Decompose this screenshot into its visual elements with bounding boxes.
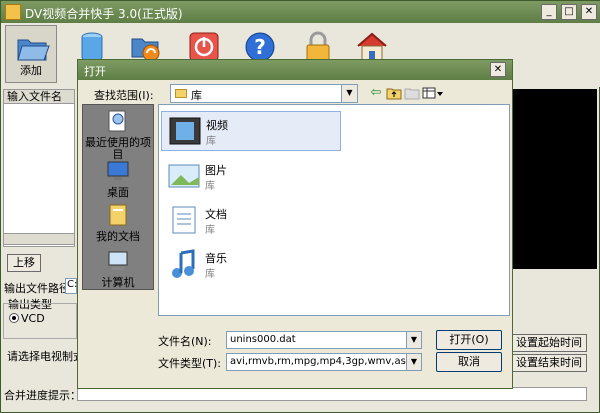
close-button[interactable]: ✕ [581, 4, 597, 20]
vcd-radio[interactable] [9, 313, 19, 323]
set-end-time-button[interactable]: 设置结束时间 [511, 354, 587, 372]
maximize-button[interactable]: □ [561, 4, 577, 20]
open-folder-icon [17, 39, 50, 61]
merge-progress-bar [77, 387, 587, 401]
dialog-title: 打开 [84, 65, 106, 78]
dialog-titlebar: 打开 ✕ [78, 60, 512, 80]
chevron-down-icon[interactable]: ▼ [341, 85, 357, 102]
add-button[interactable]: 添加 [5, 25, 57, 83]
computer-icon [108, 251, 128, 270]
input-file-list[interactable]: 输入文件名 [3, 89, 75, 247]
up-folder-icon[interactable] [386, 85, 402, 101]
place-computer-label: 计算机 [101, 276, 135, 289]
dialog-close-button[interactable]: ✕ [490, 62, 506, 77]
desktop-icon [107, 161, 129, 180]
filetype-dropdown-arrow[interactable]: ▼ [406, 354, 421, 370]
music-library-icon [172, 249, 195, 278]
app-icon [5, 4, 21, 20]
file-item-documents-type: 库 [205, 225, 215, 236]
file-item-videos-type: 库 [206, 136, 216, 147]
file-list-view[interactable]: 视频 库 图片 库 文档 库 音乐 库 [158, 104, 510, 316]
file-item-videos-name: 视频 [206, 119, 228, 132]
open-button[interactable]: 打开(O) [436, 330, 502, 350]
file-item-music[interactable]: 音乐 库 [161, 245, 341, 285]
documents-icon [109, 204, 127, 226]
open-dialog: 打开 ✕ 查找范围(I): 库 ▼ ⇦ 最近使用的项目 桌面 我的文档 计算机 … [77, 59, 513, 389]
back-icon[interactable]: ⇦ [368, 85, 384, 101]
file-item-music-type: 库 [205, 269, 215, 280]
lookin-select[interactable]: 库 ▼ [170, 84, 358, 103]
main-titlebar: DV视频合并快手 3.0(正式版) _ □ ✕ [1, 1, 600, 23]
place-documents-label: 我的文档 [96, 230, 140, 243]
cancel-button[interactable]: 取消 [436, 352, 502, 372]
new-folder-icon[interactable] [404, 85, 420, 101]
progress-label: 合并进度提示： [4, 389, 81, 402]
place-desktop-label: 桌面 [107, 186, 129, 199]
video-library-icon [169, 117, 201, 145]
radio-dot [12, 316, 16, 320]
horizontal-scrollbar[interactable] [3, 233, 75, 245]
filename-dropdown-arrow[interactable]: ▼ [406, 332, 421, 348]
app-title: DV视频合并快手 3.0(正式版) [25, 7, 183, 21]
lookin-label: 查找范围(I): [94, 89, 154, 102]
file-item-documents[interactable]: 文档 库 [161, 201, 341, 241]
filename-label: 文件名(N): [158, 335, 212, 348]
places-bar: 最近使用的项目 桌面 我的文档 计算机 [82, 104, 154, 290]
file-item-pictures-name: 图片 [205, 164, 227, 177]
add-label: 添加 [20, 64, 42, 77]
filetype-select[interactable]: avi,rmvb,rm,mpg,mp4,3gp,wmv,asf,dat,vob [226, 353, 422, 371]
filename-input[interactable]: unins000.dat [226, 331, 422, 349]
set-start-time-button[interactable]: 设置起始时间 [511, 334, 587, 352]
move-up-button[interactable]: 上移 [7, 254, 41, 272]
view-menu-icon[interactable] [422, 85, 444, 101]
folder-icon [175, 89, 187, 98]
file-item-music-name: 音乐 [205, 252, 227, 265]
recent-items-icon [108, 110, 126, 132]
file-item-pictures[interactable]: 图片 库 [161, 157, 341, 197]
lookin-value: 库 [191, 89, 202, 102]
video-preview [509, 89, 597, 269]
minimize-button[interactable]: _ [541, 4, 557, 20]
file-item-documents-name: 文档 [205, 208, 227, 221]
document-library-icon [172, 206, 196, 234]
file-item-videos[interactable]: 视频 库 [161, 111, 341, 151]
vcd-label: VCD [21, 312, 45, 325]
place-recent-label: 最近使用的项目 [85, 136, 151, 161]
file-list-header: 输入文件名 [4, 90, 74, 104]
file-item-pictures-type: 库 [205, 181, 215, 192]
picture-library-icon [168, 164, 200, 188]
svg-text:?: ? [254, 35, 266, 59]
main-window: DV视频合并快手 3.0(正式版) _ □ ✕ 添加 ? 输入文件名 上移 输出… [0, 0, 600, 413]
output-path-input[interactable]: C: [65, 278, 77, 294]
filetype-label: 文件类型(T): [158, 357, 222, 370]
